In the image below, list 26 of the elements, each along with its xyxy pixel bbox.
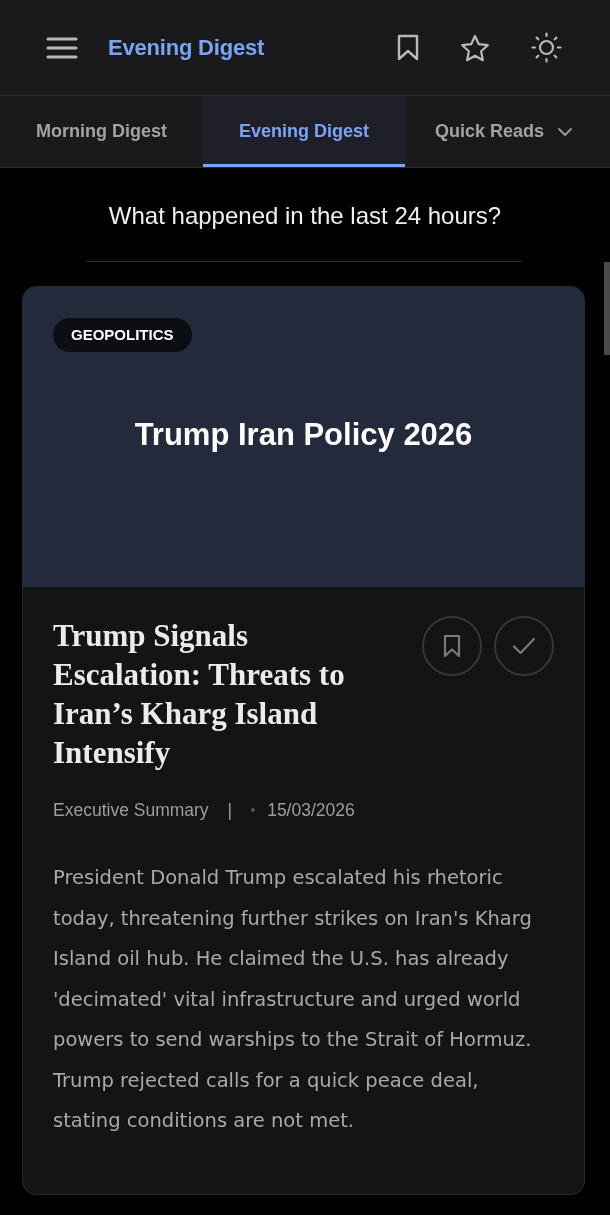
meta-separator: | xyxy=(227,799,233,822)
tab[interactable]: Evening Digest xyxy=(203,96,405,167)
dot-icon xyxy=(251,808,256,812)
category-badge: GEOPOLITICS xyxy=(53,318,192,352)
chevron-icon xyxy=(558,127,573,136)
dropdown-tab[interactable]: Quick Reads xyxy=(405,96,601,167)
scrollbar-thumb[interactable] xyxy=(604,262,610,355)
bookmark-icon xyxy=(397,34,419,61)
theme-button[interactable] xyxy=(531,32,562,63)
app-title: Evening Digest xyxy=(108,34,265,61)
check-icon xyxy=(512,637,536,655)
sun-icon xyxy=(531,32,562,63)
cover-title: Trump Iran Policy 2026 xyxy=(133,416,474,454)
favorites-button[interactable] xyxy=(460,33,490,62)
page-subtitle: What happened in the last 24 hours? xyxy=(107,201,503,231)
article-summary: President Donald Trump escalated his rhetoric today, threatening further strikes on Iran's Kharg Island oil hub. He claimed the U.S. has already 'decimated' vital infrastructure and urged world powers to send warships to the Strait of Hormuz. Trump rejected calls for a quick peace deal, stating conditions are not met. xyxy=(53,865,533,1134)
tab[interactable]: Morning Digest xyxy=(0,96,203,167)
bookmarks-button[interactable] xyxy=(397,34,419,61)
article-headline: Trump Signals Escalation: Threats to Iran’s Kharg Island Intensify xyxy=(53,617,346,772)
bookmark-icon xyxy=(443,634,461,658)
menu-button[interactable] xyxy=(46,36,78,59)
menu-icon xyxy=(46,36,78,59)
article-date: 15/03/2026 xyxy=(267,799,355,822)
bookmark-button[interactable] xyxy=(422,616,482,676)
star-icon xyxy=(460,33,490,62)
article-source: Executive Summary xyxy=(53,799,209,822)
